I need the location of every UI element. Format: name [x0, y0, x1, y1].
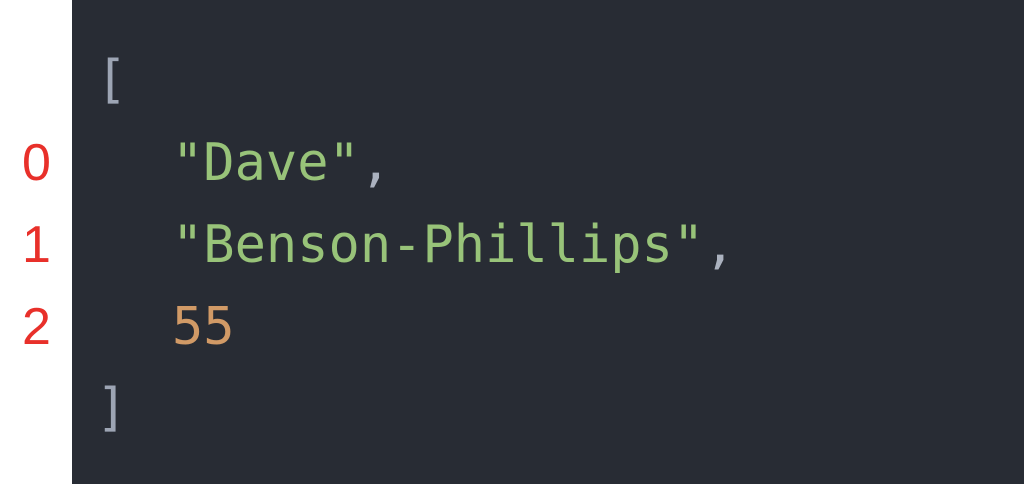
code-panel: [ "Dave", "Benson-Phillips", 55 ]: [72, 0, 1024, 484]
comma: ,: [704, 215, 736, 275]
array-item-value: 55: [172, 297, 235, 357]
comma: ,: [359, 133, 392, 193]
array-item-value: "Benson-Phillips": [172, 215, 705, 275]
index-label-2: 2: [22, 298, 51, 356]
page: 0 1 2 [ "Dave", "Benson-Phillips", 55 ]: [0, 0, 1024, 484]
close-bracket: ]: [96, 378, 128, 438]
array-item-2: 55: [172, 297, 235, 357]
open-bracket: [: [96, 50, 128, 110]
array-item-value: "Dave": [172, 133, 360, 193]
array-item-1: "Benson-Phillips",: [172, 215, 736, 275]
array-item-0: "Dave",: [172, 133, 391, 193]
index-label-1: 1: [22, 216, 51, 274]
index-label-0: 0: [22, 134, 51, 192]
